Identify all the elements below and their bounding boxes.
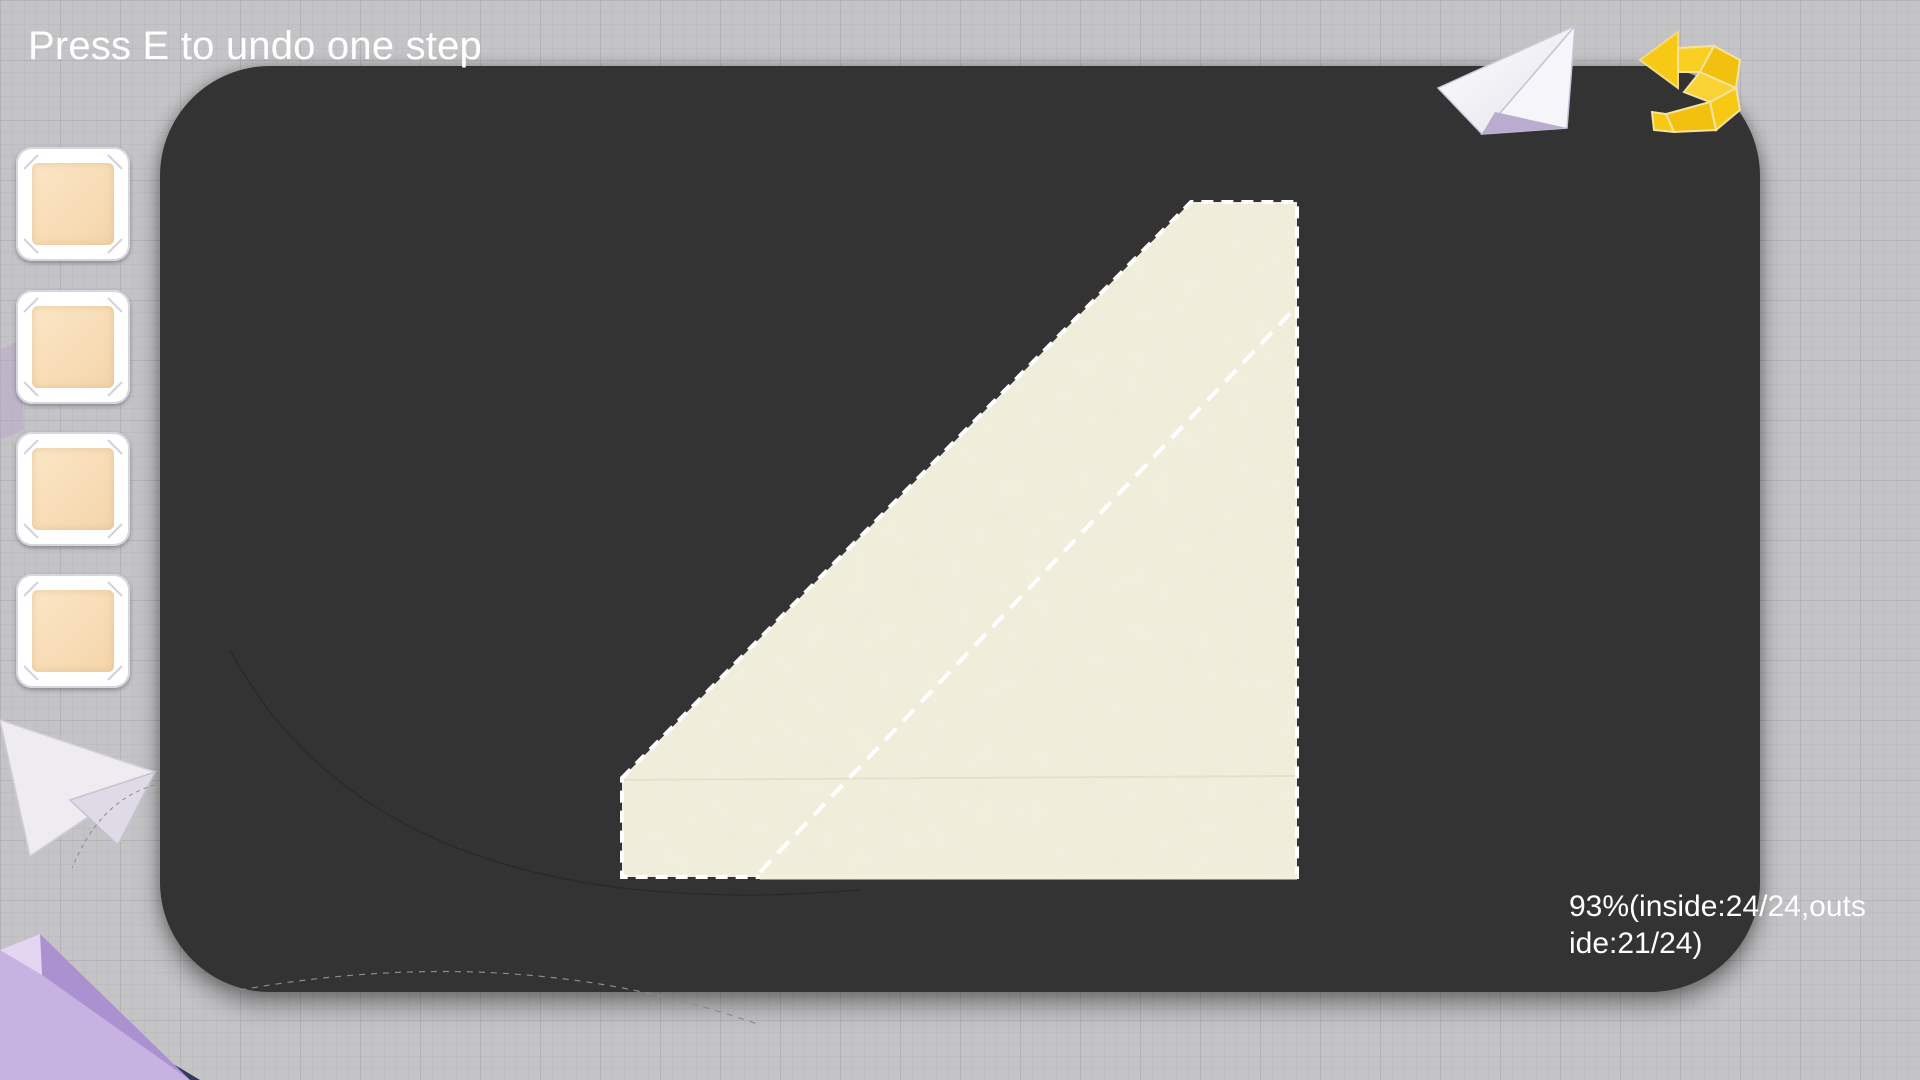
paper-slot-2[interactable] xyxy=(16,290,130,404)
undo-hint: Press E to undo one step xyxy=(28,24,482,68)
slot-corner-deco-icon xyxy=(23,439,123,539)
decor-origami-corner-icon xyxy=(0,934,200,1080)
paper-slot-1[interactable] xyxy=(16,147,130,261)
slot-corner-deco-icon xyxy=(23,154,123,254)
decor-paper-plane-icon xyxy=(0,719,157,869)
score-readout: 93%(inside:24/24,outside:21/24) xyxy=(1569,890,1866,960)
paper-slot-4[interactable] xyxy=(16,574,130,688)
slot-corner-deco-icon xyxy=(23,297,123,397)
slot-corner-deco-icon xyxy=(23,581,123,681)
paper-slot-3[interactable] xyxy=(16,432,130,546)
